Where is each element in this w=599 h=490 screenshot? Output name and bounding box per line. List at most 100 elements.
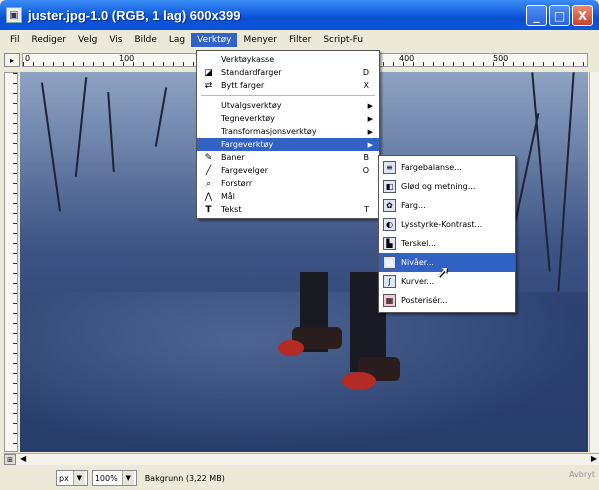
status-bar: px ▼ 100% ▼ Bakgrunn (3,22 MB)	[0, 466, 599, 490]
menu-bar: Fil Rediger Velg Vis Bilde Lag Verktøy M…	[0, 30, 599, 50]
menu-item-paths[interactable]: ✎ Baner B	[197, 151, 379, 164]
shortcut-label: D	[362, 68, 369, 77]
menu-item-selection-tools[interactable]: Utvalgsverktøy ▶	[197, 99, 379, 112]
menu-script-fu[interactable]: Script-Fu	[317, 33, 369, 47]
submenu-arrow-icon: ▶	[367, 127, 373, 136]
menu-item-label: Posterisér...	[401, 296, 448, 305]
submenu-item-brightness-contrast[interactable]: ◐ Lysstyrke-Kontrast...	[379, 215, 515, 234]
ruler-label: 100	[119, 54, 135, 63]
shortcut-label: B	[363, 153, 370, 162]
snowshoe	[342, 372, 376, 390]
submenu-item-threshold[interactable]: ▙ Terskel...	[379, 234, 515, 253]
measure-icon: ⋀	[204, 191, 213, 202]
window-controls: _ □ X	[526, 5, 593, 26]
text-icon: T	[205, 204, 212, 215]
color-tools-submenu: ≡ Fargebalanse... ◧ Glød og metning... ✿…	[378, 155, 516, 313]
menu-item-default-colors[interactable]: ◪ Standardfarger D	[197, 66, 379, 79]
submenu-arrow-icon: ▶	[367, 101, 373, 110]
zoom-select[interactable]: 100% ▼	[91, 470, 137, 486]
ruler-label: 0	[25, 54, 31, 63]
window-title: juster.jpg-1.0 (RGB, 1 lag) 600x399	[28, 7, 241, 23]
layer-info: Bakgrunn (3,22 MB)	[144, 473, 225, 483]
menu-image[interactable]: Bilde	[128, 33, 162, 47]
close-button[interactable]: X	[572, 5, 593, 26]
submenu-arrow-icon: ▶	[367, 114, 373, 123]
chevron-down-icon: ▼	[72, 471, 85, 485]
zoom-icon: ⌕	[205, 178, 212, 189]
menu-item-transform-tools[interactable]: Transformasjonsverktøy ▶	[197, 125, 379, 138]
menu-tools[interactable]: Verktøy	[191, 33, 238, 47]
menu-item-toolbox[interactable]: Verktøykasse	[197, 53, 379, 66]
quick-mask-icon[interactable]: ▸	[4, 53, 20, 67]
scroll-left-icon[interactable]: ◀	[20, 454, 26, 463]
shortcut-label: O	[362, 166, 369, 175]
menu-item-label: Forstørr	[221, 179, 253, 188]
menu-item-label: Mål	[221, 192, 236, 201]
menu-item-text[interactable]: T Tekst T	[197, 203, 379, 216]
menu-item-color-picker[interactable]: ╱ Fargevelger O	[197, 164, 379, 177]
menu-item-label: Tegneverktøy	[221, 114, 275, 123]
menu-item-label: Lysstyrke-Kontrast...	[401, 220, 483, 229]
unit-value: px	[59, 473, 69, 483]
minimize-button[interactable]: _	[526, 5, 547, 26]
posterize-icon: ▦	[383, 294, 396, 307]
menu-item-label: Bytt farger	[221, 81, 265, 90]
submenu-item-posterize[interactable]: ▦ Posterisér...	[379, 291, 515, 310]
submenu-item-color-balance[interactable]: ≡ Fargebalanse...	[379, 158, 515, 177]
threshold-icon: ▙	[383, 237, 396, 250]
zoom-value: 100%	[94, 473, 118, 483]
snowshoe	[278, 340, 304, 356]
menu-layer[interactable]: Lag	[163, 33, 191, 47]
menu-item-label: Fargebalanse...	[401, 163, 462, 172]
menu-item-label: Nivåer...	[401, 258, 434, 267]
title-bar: ▣ juster.jpg-1.0 (RGB, 1 lag) 600x399 _ …	[0, 0, 599, 30]
submenu-item-hue-saturation[interactable]: ◧ Glød og metning...	[379, 177, 515, 196]
ruler-label: 400	[399, 54, 415, 63]
hue-saturation-icon: ◧	[383, 180, 396, 193]
menu-item-measure[interactable]: ⋀ Mål	[197, 190, 379, 203]
levels-icon: ▤	[383, 256, 396, 269]
curves-icon: ∫	[383, 275, 396, 288]
shortcut-label: X	[363, 81, 369, 90]
menu-item-label: Baner	[221, 153, 245, 162]
ruler-label: 500	[493, 54, 509, 63]
menu-item-zoom[interactable]: ⌕ Forstørr	[197, 177, 379, 190]
maximize-button[interactable]: □	[549, 5, 570, 26]
menu-item-label: Standardfarger	[221, 68, 282, 77]
app-icon[interactable]: ▣	[6, 7, 22, 23]
submenu-arrow-icon: ▶	[367, 140, 373, 149]
menu-item-label: Kurver...	[401, 277, 435, 286]
default-colors-icon: ◪	[204, 67, 213, 78]
vertical-scrollbar[interactable]	[589, 72, 599, 452]
submenu-item-colorize[interactable]: ✿ Farg...	[379, 196, 515, 215]
tools-menu: Verktøykasse ◪ Standardfarger D ⇄ Bytt f…	[196, 50, 380, 219]
menu-item-label: Terskel...	[401, 239, 437, 248]
paths-icon: ✎	[204, 152, 213, 163]
shortcut-label: T	[364, 205, 369, 214]
menu-item-paint-tools[interactable]: Tegneverktøy ▶	[197, 112, 379, 125]
menu-item-label: Glød og metning...	[401, 182, 476, 191]
menu-item-label: Fargeverktøy	[221, 140, 274, 149]
menu-item-label: Verktøykasse	[221, 55, 275, 64]
vertical-ruler[interactable]	[4, 72, 18, 452]
menu-file[interactable]: Fil	[4, 33, 26, 47]
menu-item-color-tools[interactable]: Fargeverktøy ▶	[197, 138, 379, 151]
menu-filters[interactable]: Filter	[283, 33, 317, 47]
scroll-right-icon[interactable]: ▶	[591, 454, 597, 463]
menu-item-label: Transformasjonsverktøy	[221, 127, 317, 136]
mouse-cursor-icon: ➚	[436, 262, 450, 281]
menu-item-label: Utvalgsverktøy	[221, 101, 282, 110]
menu-menus[interactable]: Menyer	[237, 33, 283, 47]
menu-edit[interactable]: Rediger	[26, 33, 73, 47]
navigate-icon[interactable]: ⊞	[4, 454, 16, 465]
color-balance-icon: ≡	[383, 161, 396, 174]
menu-item-swap-colors[interactable]: ⇄ Bytt farger X	[197, 79, 379, 92]
horizontal-scrollbar[interactable]: ⊞ ◀ ▶	[4, 453, 599, 465]
menu-view[interactable]: Vis	[103, 33, 128, 47]
colorize-icon: ✿	[383, 199, 396, 212]
cancel-button[interactable]: Avbryt	[569, 470, 595, 479]
menu-item-label: Tekst	[221, 205, 242, 214]
menu-select[interactable]: Velg	[72, 33, 103, 47]
unit-select[interactable]: px ▼	[56, 470, 88, 486]
swap-colors-icon: ⇄	[204, 80, 213, 91]
